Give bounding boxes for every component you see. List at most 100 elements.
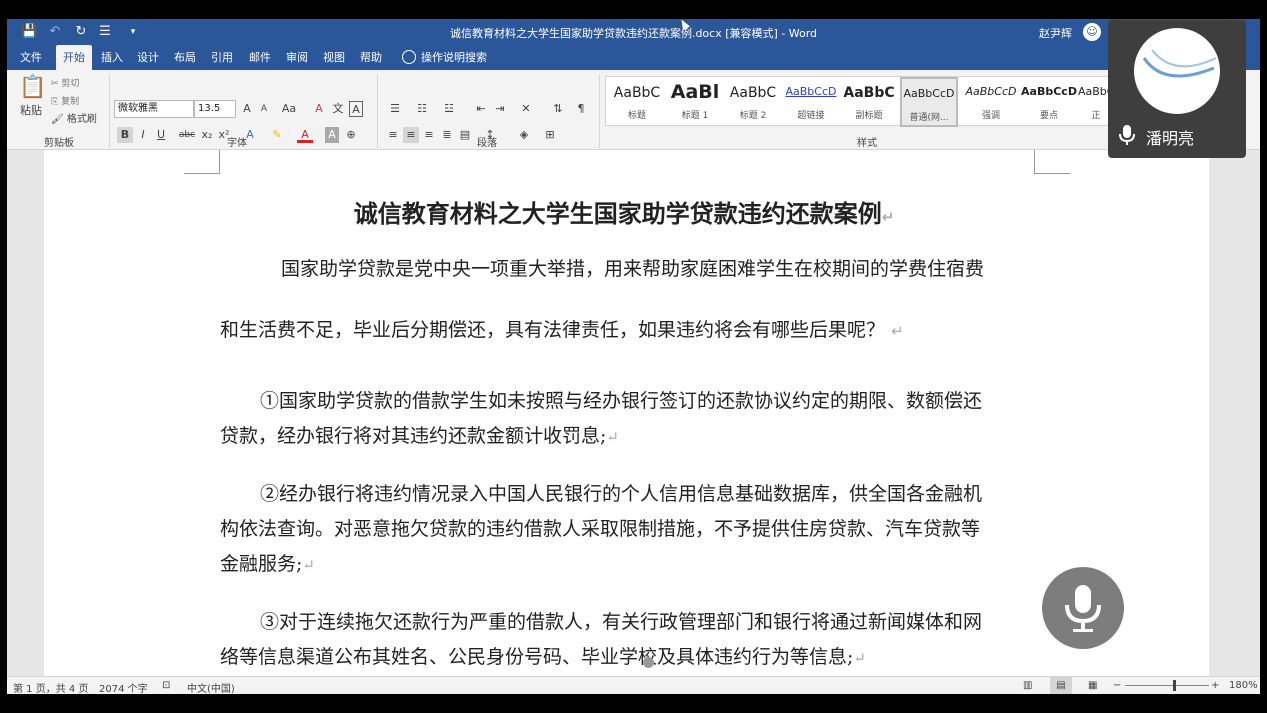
grow-font-icon[interactable]: A xyxy=(240,101,254,117)
font-color-icon[interactable]: A xyxy=(297,127,313,143)
decrease-indent-icon[interactable]: ⇤ xyxy=(473,101,489,117)
web-layout-icon[interactable]: ▦ xyxy=(1088,680,1097,691)
phonetic-icon[interactable]: 文 xyxy=(331,101,345,117)
paste-button[interactable]: 粘贴 xyxy=(17,103,45,119)
numbering-icon[interactable]: ☷ xyxy=(412,101,432,117)
ribbon-home: 📋 粘贴 ✂ 剪切 ⎘ 复制 🖌 格式刷 剪贴板 微软雅黑 13.5 A A A… xyxy=(7,70,1260,150)
format-painter-button[interactable]: 🖌 格式刷 xyxy=(51,112,107,128)
sort-icon[interactable]: ⇅ xyxy=(550,101,566,117)
zoom-level[interactable]: 180% xyxy=(1229,680,1258,691)
tab-mailings[interactable]: 邮件 xyxy=(244,45,276,70)
style-emphasis[interactable]: AaBbCcD 强调 xyxy=(962,77,1020,127)
justify-icon[interactable]: ≣ xyxy=(439,127,455,143)
align-right-icon[interactable]: ≡ xyxy=(421,127,437,143)
document-page[interactable]: 诚信教育材料之大学生国家助学贷款违约还款案例↵ 国家助学贷款是党中央一项重大举措… xyxy=(44,150,1209,676)
highlight-icon[interactable]: ✎ xyxy=(269,127,285,143)
chinese-layout-icon[interactable]: ✕ xyxy=(517,101,535,117)
cut-label: 剪切 xyxy=(61,79,80,89)
underline-button[interactable]: U xyxy=(153,127,169,143)
font-name-select[interactable]: 微软雅黑 xyxy=(114,100,194,118)
proofing-icon[interactable]: ⊡ xyxy=(162,680,170,691)
word-count[interactable]: 2074 个字 xyxy=(99,680,148,694)
style-subtitle[interactable]: AaBbC 副标题 xyxy=(840,77,898,127)
tab-references[interactable]: 引用 xyxy=(206,45,238,70)
multilevel-list-icon[interactable]: ☳ xyxy=(439,101,459,117)
increase-indent-icon[interactable]: ⇥ xyxy=(492,101,508,117)
read-mode-icon[interactable]: ▥ xyxy=(1023,680,1032,691)
style-hyperlink[interactable]: AaBbCcD 超链接 xyxy=(782,77,840,127)
tab-review[interactable]: 审阅 xyxy=(281,45,313,70)
page-count[interactable]: 第 1 页，共 4 页 xyxy=(13,680,88,694)
copy-icon: ⎘ xyxy=(51,97,59,107)
clear-format-icon[interactable]: A xyxy=(312,101,326,117)
copy-label: 复制 xyxy=(61,97,80,107)
paragraph-mark: ↵ xyxy=(891,322,904,340)
style-name: 超链接 xyxy=(797,111,825,121)
microphone-button[interactable] xyxy=(1042,567,1124,649)
tell-me-search[interactable]: 操作说明搜索 xyxy=(419,45,489,70)
tab-design[interactable]: 设计 xyxy=(132,45,164,70)
style-name: 标题 1 xyxy=(681,111,709,121)
italic-button[interactable]: I xyxy=(135,127,151,143)
copy-button[interactable]: ⎘ 复制 xyxy=(51,94,101,110)
style-name: 要点 xyxy=(1039,111,1058,121)
style-strong[interactable]: AaBbCcD 要点 xyxy=(1020,77,1078,127)
strikethrough-button[interactable]: abc xyxy=(177,127,197,143)
shading-icon[interactable]: ◈ xyxy=(515,127,533,143)
cut-button[interactable]: ✂ 剪切 xyxy=(51,76,101,92)
divider xyxy=(109,74,110,148)
zoom-out-icon[interactable]: − xyxy=(1113,680,1121,691)
paragraph-mark: ↵ xyxy=(881,208,895,226)
zoom-slider[interactable] xyxy=(1125,685,1209,686)
screen: 💾 ↶ ↻ ☰ ▾ 诚信教育材料之大学生国家助学贷款违约还款案例.docx [兼… xyxy=(0,0,1267,713)
show-marks-icon[interactable]: ¶ xyxy=(573,101,589,117)
language[interactable]: 中文(中国) xyxy=(187,680,235,694)
intro-line-2: 和生活费不足，毕业后分期偿还，具有法律责任，如果违约将会有哪些后果呢？ ↵ xyxy=(220,312,1060,349)
tab-view[interactable]: 视图 xyxy=(318,45,350,70)
char-border-icon[interactable]: A xyxy=(349,101,363,117)
style-title[interactable]: AaBbC 标题 xyxy=(608,77,666,127)
font-size-select[interactable]: 13.5 xyxy=(194,100,236,118)
tab-home[interactable]: 开始 xyxy=(56,45,92,70)
font-group-label: 字体 xyxy=(227,138,247,149)
tab-file[interactable]: 文件 xyxy=(15,45,47,70)
zoom-slider-thumb[interactable] xyxy=(1173,680,1176,691)
style-name: 副标题 xyxy=(855,111,883,121)
divider xyxy=(377,74,378,148)
borders-icon[interactable]: ⊞ xyxy=(541,127,559,143)
bullets-icon[interactable]: ☰ xyxy=(385,101,405,117)
print-layout-icon[interactable]: ▤ xyxy=(1050,677,1072,694)
shrink-font-icon[interactable]: A xyxy=(257,101,271,117)
style-name: 标题 2 xyxy=(739,111,767,121)
microphone-icon xyxy=(1065,585,1101,632)
status-bar: 第 1 页，共 4 页 2074 个字 ⊡ 中文(中国) ▥ ▤ ▦ − + 1… xyxy=(7,676,1260,694)
user-name[interactable]: 赵尹辉 xyxy=(1039,25,1072,41)
tab-insert[interactable]: 插入 xyxy=(96,45,128,70)
ribbon-tabs: 文件 开始 插入 设计 布局 引用 邮件 审阅 视图 帮助 操作说明搜索 xyxy=(7,45,1260,70)
style-name: 普通(网... xyxy=(909,113,949,123)
pointer-dot xyxy=(643,657,654,668)
avatar-swoosh-icon xyxy=(1142,49,1217,78)
tab-layout[interactable]: 布局 xyxy=(169,45,201,70)
bold-button[interactable]: B xyxy=(117,127,133,143)
style-normal-web[interactable]: AaBbCcD 普通(网... xyxy=(900,77,958,127)
item-text: 金融服务; xyxy=(220,553,303,575)
align-left-icon[interactable]: ≡ xyxy=(385,127,401,143)
style-heading-2[interactable]: AaBbC 标题 2 xyxy=(724,77,782,127)
style-name: 标题 xyxy=(627,111,646,121)
divider xyxy=(599,74,600,148)
styles-group-label: 样式 xyxy=(857,138,877,149)
align-center-icon[interactable]: ≡ xyxy=(403,127,419,143)
style-preview: AaBbCcD xyxy=(785,85,837,98)
tab-help[interactable]: 帮助 xyxy=(355,45,387,70)
item-text: 络等信息渠道公布其姓名、公民身份号码、毕业学校及具体违约行为等信息; xyxy=(220,646,854,668)
styles-gallery: AaBbC 标题 AaBl 标题 1 AaBbC 标题 2 AaBbCcD 超链接 Aa… xyxy=(605,76,1115,127)
style-heading-1[interactable]: AaBl 标题 1 xyxy=(666,77,724,127)
change-case-icon[interactable]: Aa xyxy=(279,101,299,117)
char-shading-icon[interactable]: A xyxy=(325,127,339,143)
zoom-in-icon[interactable]: + xyxy=(1211,680,1219,691)
user-avatar-icon[interactable]: ☺ xyxy=(1083,23,1101,41)
paragraph-group-label: 段落 xyxy=(477,138,497,149)
paste-icon[interactable]: 📋 xyxy=(19,74,46,102)
enclose-char-icon[interactable]: ⊕ xyxy=(344,127,358,143)
